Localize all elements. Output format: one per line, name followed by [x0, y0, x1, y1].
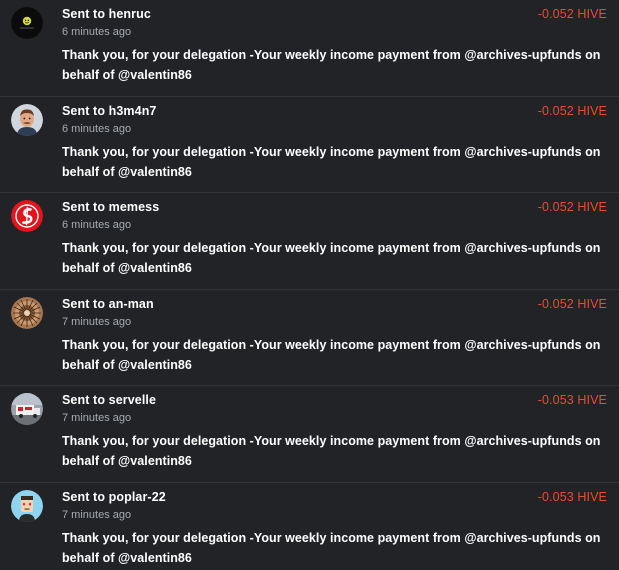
avatar-h3m4n7-image — [11, 103, 43, 136]
transfer-amount: -0.053 HIVE — [537, 489, 607, 504]
transfer-item: Sent to an-man 7 minutes ago -0.052 HIVE… — [0, 290, 619, 386]
recipient-link[interactable]: servelle — [109, 393, 156, 407]
transfer-memo: Thank you, for your delegation -Your wee… — [62, 434, 601, 468]
transfer-prefix: Sent to — [62, 103, 109, 118]
recipient-link[interactable]: henruc — [109, 7, 151, 21]
transfer-memo: Thank you, for your delegation -Your wee… — [62, 241, 601, 275]
transfer-time: 6 minutes ago — [62, 26, 132, 38]
transfer-item: Sent to h3m4n7 6 minutes ago -0.052 HIVE… — [0, 97, 619, 193]
avatar-servelle[interactable] — [11, 393, 43, 425]
transfer-prefix: Sent to — [62, 489, 109, 504]
transfer-memo: Thank you, for your delegation -Your wee… — [62, 530, 601, 565]
avatar-henruc[interactable] — [11, 7, 43, 39]
transfer-amount: -0.052 HIVE — [537, 296, 607, 311]
recipient-link[interactable]: h3m4n7 — [109, 104, 157, 118]
avatar-h3m4n7[interactable] — [11, 103, 43, 136]
transfer-title: Sent to henruc — [62, 7, 151, 21]
transfer-time: 7 minutes ago — [62, 315, 132, 328]
transfer-item: Sent to memess 6 minutes ago -0.052 HIVE… — [0, 193, 619, 290]
transfer-title: Sent to an-man — [62, 297, 154, 311]
avatar-servelle-image — [11, 393, 43, 425]
transfer-item: Sent to servelle 7 minutes ago -0.053 HI… — [0, 386, 619, 483]
transfer-item: Sent to poplar-22 7 minutes ago -0.053 H… — [0, 483, 619, 570]
avatar-poplar-22[interactable] — [11, 489, 43, 522]
avatar-poplar-22-image — [11, 489, 43, 522]
transfer-time: 6 minutes ago — [62, 122, 132, 135]
avatar-an-man[interactable] — [11, 296, 43, 329]
transfer-title: Sent to servelle — [62, 393, 156, 407]
transfer-time: 6 minutes ago — [62, 219, 132, 231]
transfer-time: 7 minutes ago — [62, 508, 132, 521]
transfer-prefix: Sent to — [62, 7, 109, 21]
recipient-link[interactable]: memess — [109, 200, 160, 214]
transfer-time: 7 minutes ago — [62, 412, 132, 424]
transfer-prefix: Sent to — [62, 393, 109, 407]
transfer-amount: -0.053 HIVE — [537, 393, 607, 407]
avatar-an-man-image — [11, 296, 43, 329]
recipient-link[interactable]: poplar-22 — [109, 490, 166, 504]
transfer-title: Sent to memess — [62, 200, 159, 214]
transfer-memo: Thank you, for your delegation -Your wee… — [62, 48, 601, 82]
transfer-prefix: Sent to — [62, 296, 109, 311]
transfer-feed: Sent to henruc 6 minutes ago -0.052 HIVE… — [0, 0, 619, 570]
transfer-amount: -0.052 HIVE — [537, 7, 607, 21]
recipient-link[interactable]: an-man — [109, 297, 154, 311]
transfer-amount: -0.052 HIVE — [537, 200, 607, 214]
avatar-memess[interactable] — [11, 200, 43, 232]
transfer-item: Sent to henruc 6 minutes ago -0.052 HIVE… — [0, 0, 619, 97]
avatar-memess-image — [11, 200, 43, 232]
avatar-henruc-image — [11, 7, 43, 39]
transfer-title: Sent to h3m4n7 — [62, 104, 156, 118]
transfer-memo: Thank you, for your delegation -Your wee… — [62, 337, 601, 372]
transfer-memo: Thank you, for your delegation -Your wee… — [62, 144, 601, 179]
transfer-amount: -0.052 HIVE — [537, 103, 607, 118]
transfer-prefix: Sent to — [62, 200, 109, 214]
transfer-title: Sent to poplar-22 — [62, 490, 166, 504]
